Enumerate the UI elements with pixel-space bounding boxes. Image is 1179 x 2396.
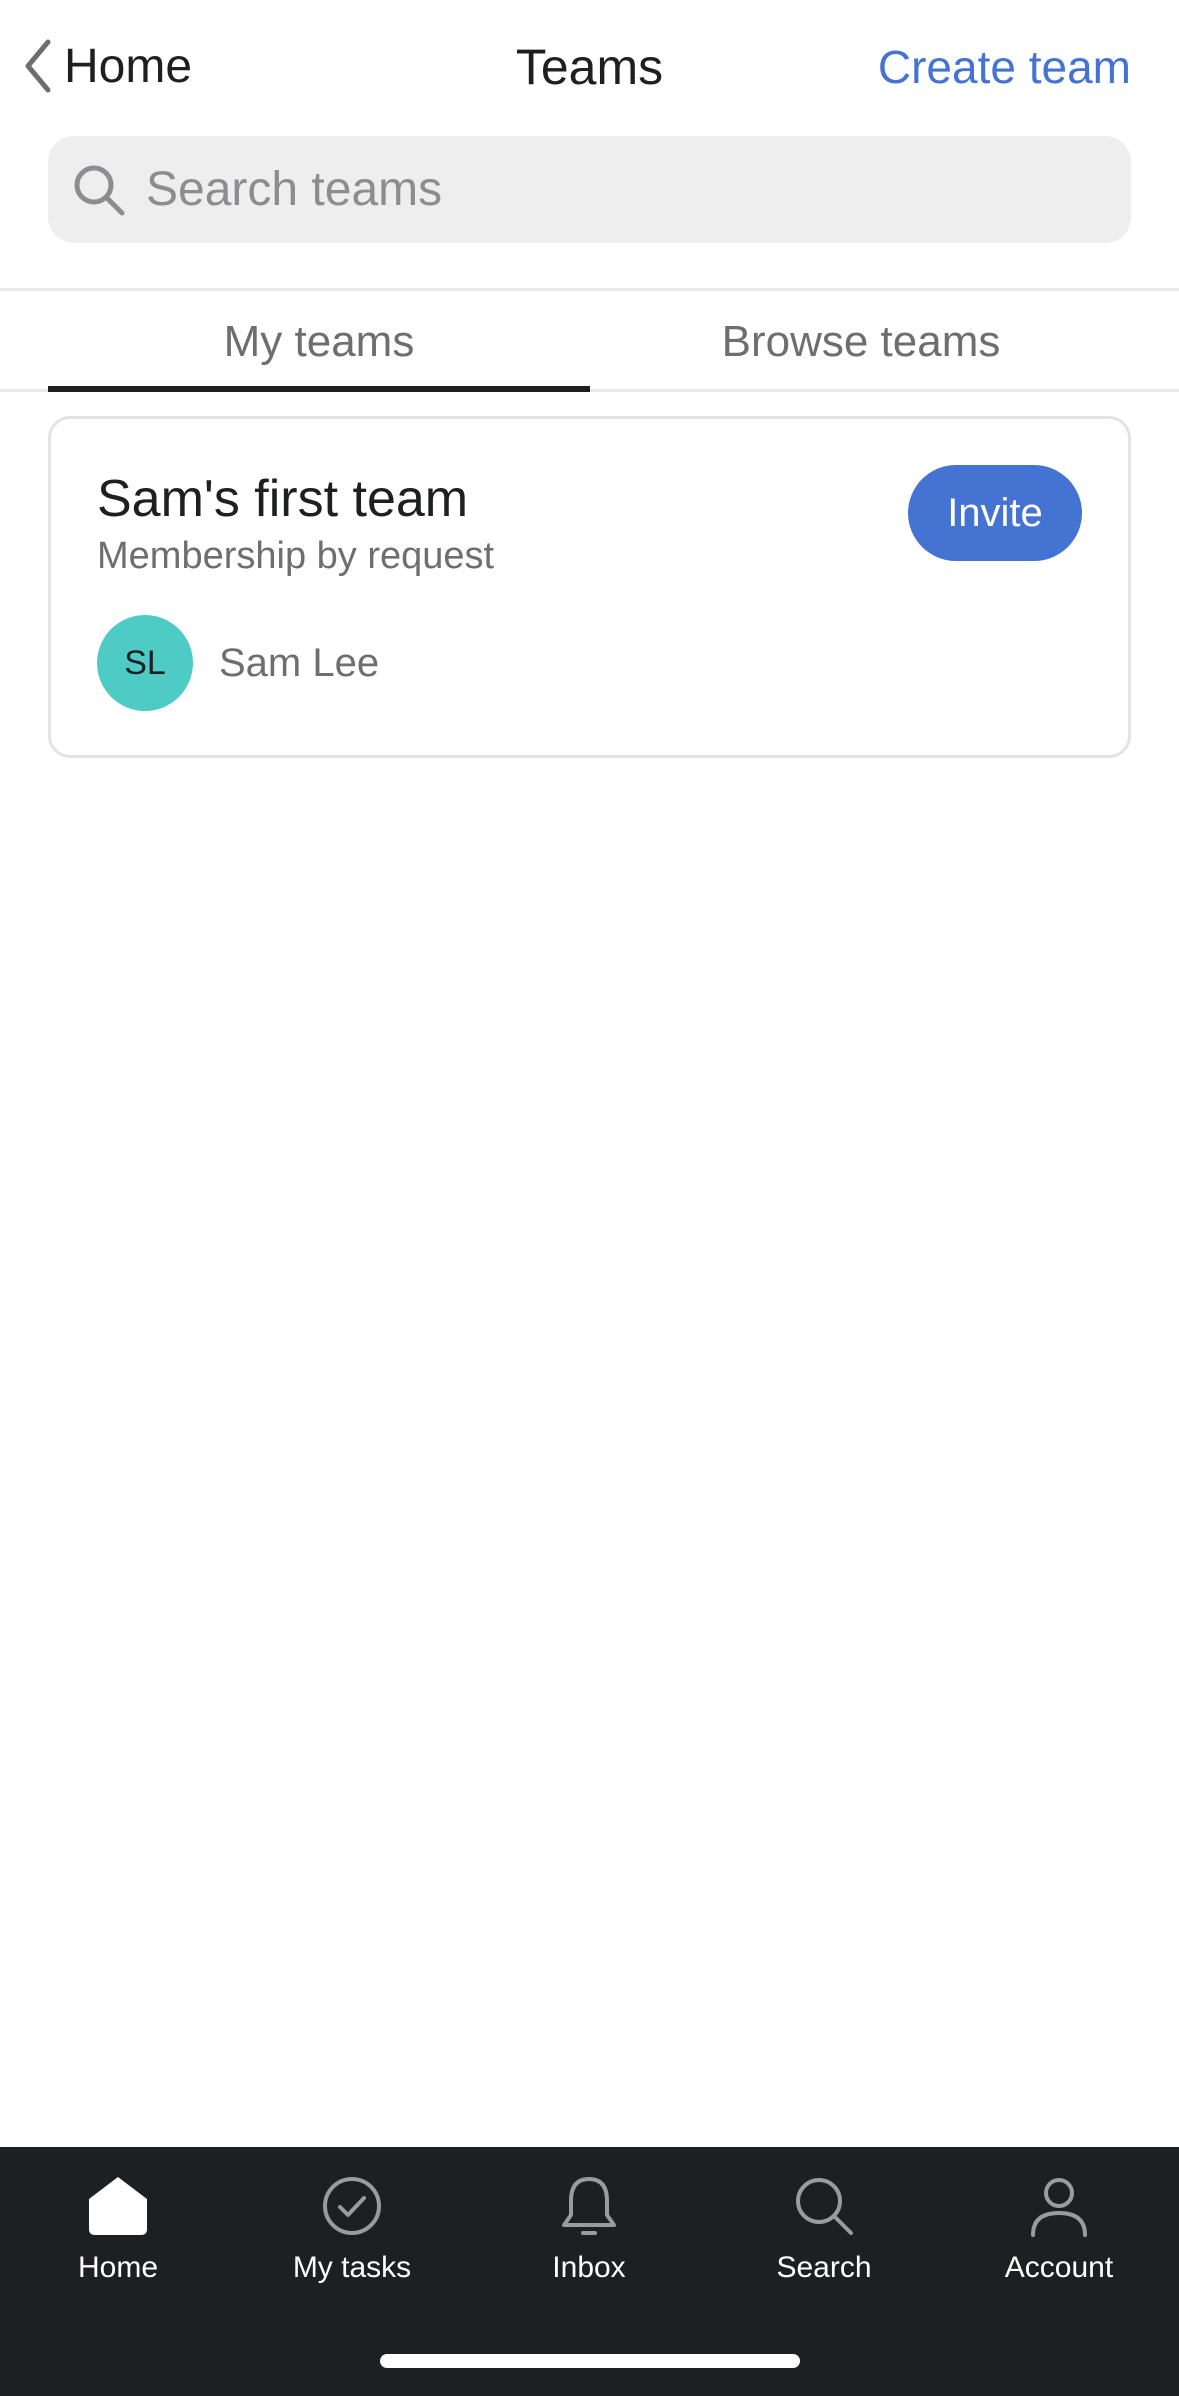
avatar: SL [97, 615, 193, 711]
nav-inbox[interactable]: Inbox [489, 2171, 689, 2285]
tab-my-teams[interactable]: My teams [48, 291, 590, 392]
tab-bar: My teams Browse teams [0, 288, 1179, 392]
search-bar [48, 136, 1131, 243]
member-name: Sam Lee [219, 640, 380, 685]
nav-label: Account [1004, 2251, 1114, 2284]
nav-search[interactable]: Search [724, 2171, 924, 2285]
nav-label: Home [77, 2251, 159, 2284]
invite-button[interactable]: Invite [908, 465, 1082, 561]
team-name: Sam's first team [97, 470, 469, 528]
tab-label: Browse teams [721, 316, 1001, 366]
bell-icon [562, 2177, 616, 2235]
home-indicator [380, 2354, 800, 2368]
active-tab-indicator [48, 386, 590, 392]
membership-type: Membership by request [97, 535, 495, 577]
tab-label: My teams [223, 316, 415, 366]
nav-home[interactable]: Home [18, 2171, 218, 2285]
nav-label: My tasks [292, 2251, 412, 2284]
teams-screen: Home Teams Create team My teams Browse t… [0, 0, 1179, 2396]
tab-browse-teams[interactable]: Browse teams [590, 291, 1132, 392]
nav-my-tasks[interactable]: My tasks [252, 2171, 452, 2285]
search-input[interactable] [146, 162, 1106, 217]
home-icon [89, 2177, 147, 2235]
back-button[interactable]: Home [20, 36, 192, 96]
nav-account[interactable]: Account [959, 2171, 1159, 2285]
member-row[interactable]: SL Sam Lee [97, 615, 379, 711]
header: Home Teams Create team [0, 0, 1179, 134]
nav-label: Inbox [552, 2251, 626, 2284]
chevron-left-icon [25, 39, 51, 93]
search-icon [74, 165, 125, 215]
check-circle-icon [323, 2177, 381, 2235]
nav-label: Search [776, 2251, 872, 2284]
page-title: Teams [515, 39, 664, 95]
team-card[interactable]: Sam's first team Membership by request I… [48, 416, 1131, 758]
create-team-button[interactable]: Create team [878, 40, 1131, 94]
back-label: Home [64, 39, 193, 93]
search-icon [796, 2178, 853, 2235]
person-icon [1031, 2178, 1087, 2237]
